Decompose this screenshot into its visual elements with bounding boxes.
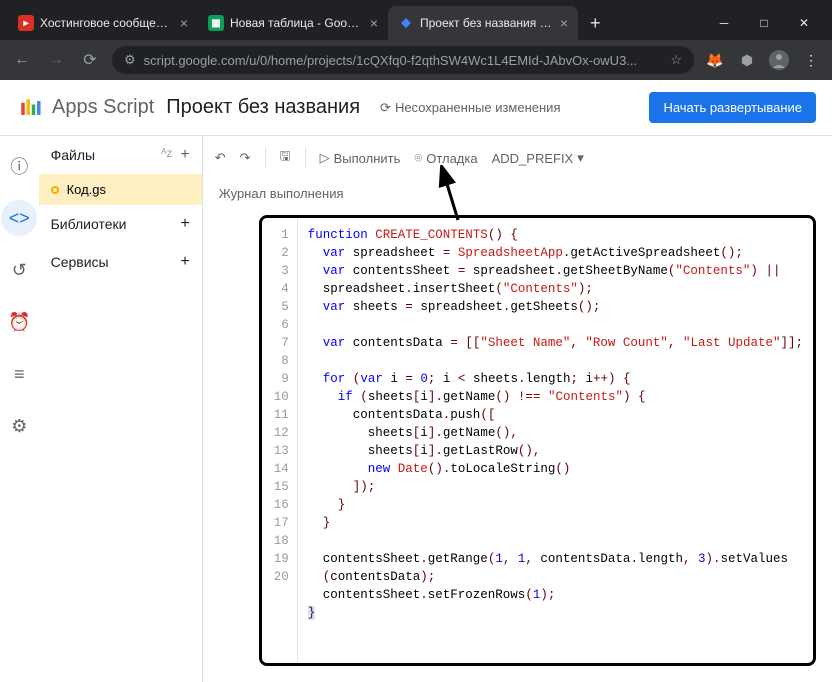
extension-icon[interactable]: 🦊 — [704, 49, 726, 71]
nav-back-icon[interactable]: ← — [10, 48, 34, 72]
tab-close-icon[interactable]: × — [180, 15, 188, 31]
window-maximize-icon[interactable]: □ — [744, 8, 784, 38]
browser-tab[interactable]: ▸ Хостинговое сообщество × — [8, 6, 198, 40]
site-settings-icon[interactable]: ⚙ — [124, 52, 136, 68]
save-status: ⟳ Несохраненные изменения — [380, 100, 560, 116]
tab-favicon: ▸ — [18, 15, 34, 31]
app-name-label: Apps Script — [52, 96, 154, 119]
app-header: Apps Script Проект без названия ⟳ Несохр… — [0, 80, 832, 136]
tab-title: Новая таблица - Google Та — [230, 16, 364, 30]
rail-settings-icon[interactable]: ⚙ — [1, 408, 37, 444]
code-editor[interactable]: 1234567891011121314151617181920 function… — [259, 215, 816, 666]
deploy-button[interactable]: Начать развертывание — [649, 92, 816, 123]
icon-rail: ⓘ <> ↺ ⏰ ≡ ⚙ — [0, 136, 39, 682]
unsaved-icon: ⟳ — [380, 100, 391, 116]
nav-reload-icon[interactable]: ⟳ — [78, 48, 102, 72]
tab-close-icon[interactable]: × — [560, 15, 568, 31]
code-content[interactable]: function CREATE_CONTENTS() { var spreads… — [298, 218, 813, 663]
function-selector[interactable]: ADD_PREFIX ▾ — [492, 150, 584, 166]
run-button[interactable]: ▷ Выполнить — [320, 150, 401, 166]
files-section-label: Файлы — [51, 147, 95, 163]
execution-log-label: Журнал выполнения — [203, 180, 832, 207]
browser-tab-bar: ▸ Хостинговое сообщество × ▦ Новая табли… — [0, 0, 832, 40]
line-gutter: 1234567891011121314151617181920 — [262, 218, 298, 663]
nav-forward-icon[interactable]: → — [44, 48, 68, 72]
undo-icon[interactable]: ↶ — [215, 150, 226, 166]
rail-executions-icon[interactable]: ≡ — [1, 356, 37, 392]
save-status-label: Несохраненные изменения — [395, 100, 561, 115]
tab-close-icon[interactable]: × — [370, 15, 378, 31]
file-status-icon — [51, 186, 59, 194]
save-icon[interactable]: 🖫 — [280, 147, 291, 169]
url-input[interactable]: ⚙ script.google.com/u/0/home/projects/1c… — [112, 46, 694, 74]
browser-tab[interactable]: ▦ Новая таблица - Google Та × — [198, 6, 388, 40]
libraries-section-label: Библиотеки — [51, 216, 127, 232]
tab-title: Хостинговое сообщество — [40, 16, 174, 30]
file-name-label: Код.gs — [67, 182, 106, 197]
rail-triggers-icon[interactable]: ⏰ — [1, 304, 37, 340]
rail-info-icon[interactable]: ⓘ — [1, 148, 37, 184]
bookmark-star-icon[interactable]: ☆ — [670, 52, 682, 68]
tab-title: Проект без названия - Ред — [420, 16, 554, 30]
debug-button[interactable]: ⌾ Отладка — [414, 150, 477, 166]
browser-menu-icon[interactable]: ⋮ — [800, 49, 822, 71]
new-tab-button[interactable]: + — [582, 9, 609, 38]
extension-icon[interactable]: ⬢ — [736, 49, 758, 71]
browser-tab-active[interactable]: Проект без названия - Ред × — [388, 6, 578, 40]
tab-favicon — [398, 15, 414, 31]
editor-toolbar: ↶ ↷ 🖫 ▷ Выполнить ⌾ Отладка ADD_PREFIX ▾ — [203, 136, 832, 180]
add-library-icon[interactable]: + — [180, 215, 189, 233]
redo-icon[interactable]: ↷ — [240, 150, 251, 166]
services-section-label: Сервисы — [51, 254, 109, 270]
file-item[interactable]: Код.gs — [39, 174, 202, 205]
add-file-icon[interactable]: + — [180, 146, 189, 164]
project-title[interactable]: Проект без названия — [166, 96, 360, 119]
function-select-label: ADD_PREFIX — [492, 151, 574, 166]
tab-favicon: ▦ — [208, 15, 224, 31]
window-minimize-icon[interactable]: ─ — [704, 8, 744, 38]
rail-history-icon[interactable]: ↺ — [1, 252, 37, 288]
window-close-icon[interactable]: ✕ — [784, 8, 824, 38]
sort-icon[interactable]: ᴬz — [161, 146, 172, 164]
profile-avatar[interactable] — [768, 49, 790, 71]
debug-label: Отладка — [426, 151, 477, 166]
rail-editor-icon[interactable]: <> — [1, 200, 37, 236]
file-panel: Файлы ᴬz + Код.gs Библиотеки + Сервисы + — [39, 136, 203, 682]
add-service-icon[interactable]: + — [180, 253, 189, 271]
apps-script-logo-icon — [16, 94, 44, 122]
url-text: script.google.com/u/0/home/projects/1cQX… — [144, 53, 663, 68]
run-label: Выполнить — [334, 151, 401, 166]
